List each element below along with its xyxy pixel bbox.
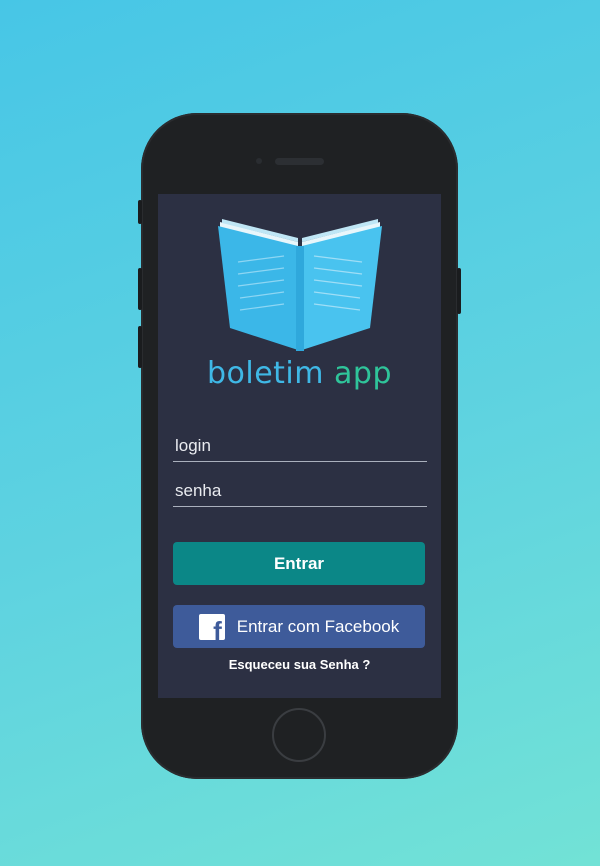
app-name-part2: app	[334, 356, 393, 391]
power-button	[457, 268, 461, 314]
login-input[interactable]	[173, 434, 427, 462]
login-button[interactable]: Entrar	[173, 542, 425, 585]
app-name-part1: boletim	[206, 356, 324, 391]
login-button-label: Entrar	[273, 553, 325, 573]
volume-down-button	[138, 326, 142, 368]
earpiece-speaker	[275, 158, 324, 165]
front-camera	[256, 158, 262, 164]
volume-up-button	[138, 268, 142, 310]
mute-switch	[138, 200, 142, 224]
login-screen: boletim app Entrar f Entrar com Facebook…	[158, 194, 441, 698]
password-input[interactable]	[173, 479, 427, 507]
forgot-password-link[interactable]: Esqueceu sua Senha ?	[158, 657, 441, 672]
app-name: boletim app	[158, 356, 441, 391]
open-book-icon	[218, 219, 382, 351]
facebook-icon: f	[198, 613, 225, 640]
facebook-login-label: Entrar com Facebook	[236, 616, 400, 636]
facebook-login-button[interactable]: f Entrar com Facebook	[173, 605, 425, 648]
home-button	[272, 708, 326, 762]
